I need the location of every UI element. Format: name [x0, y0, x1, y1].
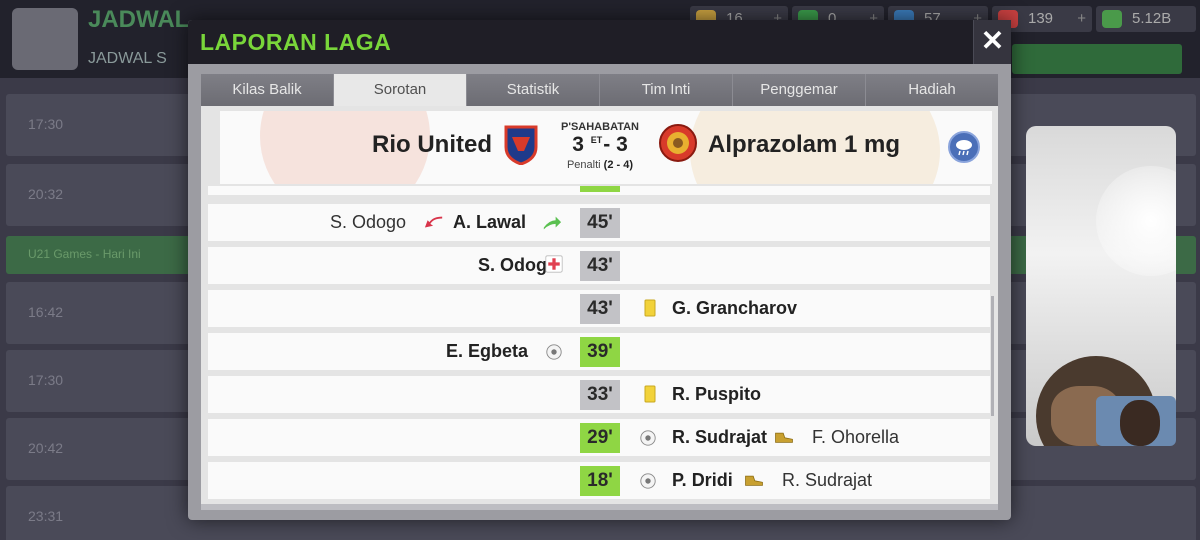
event-minute: 43' [580, 294, 620, 324]
substitution-out-arrow-icon [424, 216, 443, 228]
list-item: S. Odogo A. Lawal 45' [208, 204, 990, 241]
list-item-partial [208, 186, 990, 195]
player-name: R. Sudrajat [672, 427, 768, 447]
final-score: 3 ET- 3 [550, 133, 650, 157]
list-item: E. Egbeta 39' [208, 333, 990, 370]
goal-ball-icon [640, 473, 656, 489]
close-button[interactable]: ✕ [973, 20, 1011, 64]
assist-boot-icon [775, 432, 793, 443]
yellow-card-icon [644, 385, 656, 403]
highlight-events-list[interactable]: S. Odogo A. Lawal 45' S. Odogo 43' 43' G… [208, 186, 990, 504]
scrollbar[interactable] [991, 296, 994, 416]
player-name: A. Lawal [452, 212, 526, 232]
list-item: 18' P. Dridi R. Sudrajat [208, 462, 990, 499]
away-team-crest-icon [659, 124, 697, 162]
tab-penggemar[interactable]: Penggemar [733, 74, 866, 106]
rain-icon[interactable] [948, 131, 980, 163]
score-separator: - [603, 133, 611, 156]
event-minute: 39' [580, 337, 620, 367]
resource-money[interactable]: 5.12B [1096, 6, 1196, 32]
rain-cloud-icon [956, 140, 972, 156]
highlights-panel: Rio United P'SAHABATAN 3 ET- 3 Penalti (… [201, 106, 998, 510]
player-name: P. Dridi [672, 470, 733, 490]
list-item: 43' G. Grancharov [208, 290, 990, 327]
match-summary: Rio United P'SAHABATAN 3 ET- 3 Penalti (… [220, 111, 992, 184]
away-score: 3 [616, 133, 628, 156]
yellow-card-icon [644, 299, 656, 317]
event-minute: 29' [580, 423, 620, 453]
event-minute: 33' [580, 380, 620, 410]
penalty-label: Penalti [566, 159, 601, 171]
dialog-title: LAPORAN LAGA [200, 29, 392, 55]
competition-label: P'SAHABATAN [561, 121, 639, 133]
substitution-in-arrow-icon [543, 216, 562, 230]
event-minute [580, 186, 620, 192]
report-tabs: Kilas Balik Sorotan Statistik Tim Inti P… [201, 74, 998, 106]
player-out-name: S. Odogo [329, 212, 406, 232]
penalty-score: (2 - 4) [603, 159, 634, 171]
goal-ball-icon [640, 430, 656, 446]
match-report-dialog: LAPORAN LAGA ✕ Kilas Balik Sorotan Stati… [188, 20, 1011, 520]
tab-hadiah[interactable]: Hadiah [866, 74, 998, 106]
extra-time-label: ET [590, 135, 603, 145]
self-view-face [1120, 400, 1160, 446]
club-logo [12, 8, 78, 70]
list-item: 33' R. Puspito [208, 376, 990, 413]
home-team-name: Rio United [372, 131, 492, 158]
penalty-result: Penalti (2 - 4) [540, 159, 660, 171]
video-call-self-view[interactable] [1096, 396, 1176, 446]
tab-kilas-balik[interactable]: Kilas Balik [201, 74, 334, 106]
event-minute: 18' [580, 466, 620, 496]
assist-player-name: F. Ohorella [812, 427, 900, 447]
list-item: S. Odogo 43' [208, 247, 990, 284]
screen-title: JADWAL [88, 6, 190, 33]
away-team-name: Alprazolam 1 mg [708, 131, 901, 158]
assist-boot-icon [745, 475, 763, 486]
assist-player-name: R. Sudrajat [782, 470, 873, 490]
event-minute: 43' [580, 251, 620, 281]
injury-icon [545, 255, 563, 273]
tab-sorotan[interactable]: Sorotan [334, 74, 467, 106]
event-minute: 45' [580, 208, 620, 238]
screen-subtitle: JADWAL S [88, 50, 167, 67]
player-name: R. Puspito [672, 384, 761, 404]
camera-light-glare [1096, 166, 1176, 276]
background-action-button[interactable] [1012, 44, 1182, 74]
money-icon [1102, 10, 1122, 28]
player-name: E. Egbeta [445, 341, 528, 361]
dialog-header: LAPORAN LAGA ✕ [188, 20, 1011, 64]
panel-bottom-edge [201, 504, 998, 510]
player-name: G. Grancharov [672, 298, 798, 318]
tab-statistik[interactable]: Statistik [467, 74, 600, 106]
list-item: 29' R. Sudrajat F. Ohorella [208, 419, 990, 456]
tab-tim-inti[interactable]: Tim Inti [600, 74, 733, 106]
goal-ball-icon [546, 344, 562, 360]
home-team-crest-icon [504, 125, 538, 165]
home-score: 3 [572, 133, 584, 156]
